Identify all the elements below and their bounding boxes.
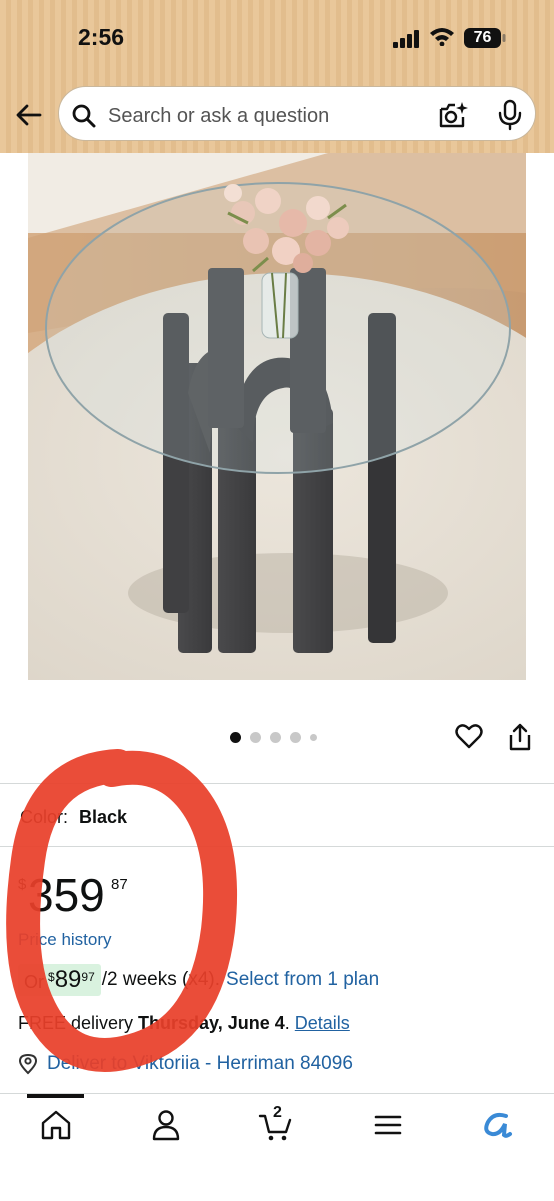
installment-highlight: Or $ 89 97	[18, 964, 101, 996]
microphone-icon[interactable]	[497, 99, 523, 131]
deliver-to-link[interactable]: Deliver to Viktoriia - Herriman 84096	[18, 1053, 353, 1075]
color-selector: Color: Black	[20, 807, 127, 828]
rufus-icon[interactable]	[480, 1108, 516, 1142]
price-history-link[interactable]: Price history	[18, 930, 112, 950]
battery-level: 76	[473, 29, 492, 46]
product-image[interactable]	[28, 153, 526, 680]
delivery-period: .	[284, 1013, 295, 1033]
price-currency-symbol: $	[18, 876, 27, 893]
color-label: Color:	[20, 807, 69, 827]
installment-or: Or	[24, 972, 44, 992]
menu-icon[interactable]	[370, 1108, 406, 1142]
nav-active-indicator	[27, 1094, 84, 1098]
home-icon[interactable]	[38, 1108, 74, 1142]
cellular-signal-icon	[393, 30, 419, 48]
select-plan-link[interactable]: Select from 1 plan	[226, 969, 379, 991]
camera-search-icon[interactable]	[438, 100, 468, 130]
image-pager[interactable]	[230, 731, 317, 743]
wifi-icon	[430, 28, 454, 46]
search-icon	[72, 104, 96, 128]
price-fraction: 87	[111, 876, 128, 893]
pager-dot[interactable]	[250, 731, 261, 743]
pager-dot[interactable]	[270, 731, 281, 743]
app-header: 2:56 76	[0, 0, 554, 153]
installment-terms: /2 weeks (x4).	[101, 969, 221, 990]
search-input[interactable]	[106, 99, 430, 133]
delivery-info: FREE delivery Thursday, June 4. Details	[18, 1013, 350, 1034]
color-value: Black	[79, 807, 128, 827]
price-whole: 359	[28, 869, 105, 921]
search-bar[interactable]	[58, 86, 536, 141]
divider	[0, 783, 554, 784]
battery-icon: 76	[464, 27, 506, 49]
delivery-date: Thursday, June 4	[138, 1013, 285, 1033]
pager-dot[interactable]	[230, 731, 241, 743]
heart-icon[interactable]	[455, 722, 483, 750]
installment-cents: 97	[81, 970, 95, 984]
divider	[0, 846, 554, 847]
delivery-details-link[interactable]: Details	[295, 1013, 350, 1033]
installment-amount: 89	[54, 966, 82, 993]
account-icon[interactable]	[148, 1108, 184, 1142]
back-arrow-icon[interactable]	[12, 100, 46, 130]
deliver-to-text: Deliver to Viktoriia - Herriman 84096	[47, 1053, 353, 1074]
installment-symbol: $	[48, 970, 55, 984]
share-icon[interactable]	[508, 722, 532, 752]
installment-offer: Or $ 89 97 /2 weeks (x4). Select from 1 …	[18, 963, 379, 997]
pager-dot[interactable]	[310, 733, 317, 741]
cart-count: 2	[273, 1104, 282, 1121]
location-pin-icon	[18, 1053, 38, 1075]
status-time: 2:56	[78, 24, 125, 50]
delivery-prefix: FREE delivery	[18, 1013, 139, 1033]
pager-dot[interactable]	[290, 731, 301, 743]
